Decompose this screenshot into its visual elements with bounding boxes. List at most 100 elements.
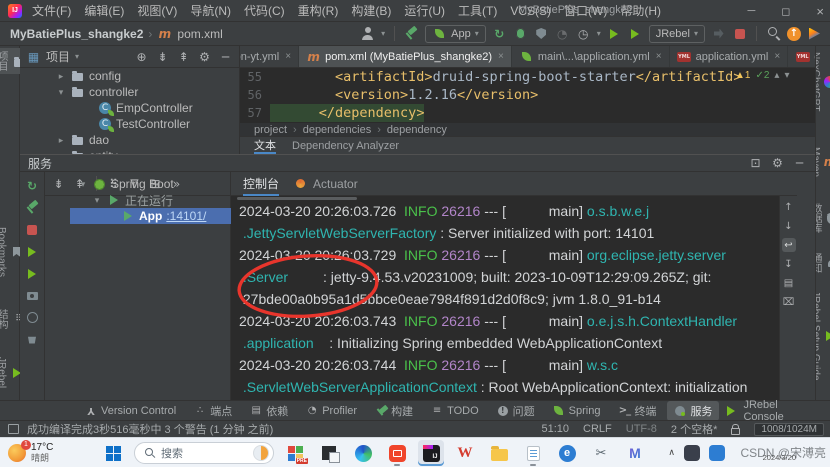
tree-row-3[interactable]: TestController <box>20 116 239 132</box>
taskbar-app-media-red[interactable] <box>384 440 410 466</box>
taskbar-app-notes[interactable] <box>520 440 546 466</box>
editor-tab-2[interactable]: main\...\application.yml × <box>512 46 670 67</box>
tab-close-icon[interactable]: × <box>774 51 780 62</box>
activity-item-3[interactable]: 通知 <box>816 249 830 277</box>
editor-tab-1[interactable]: m pom.xml (MyBatiePlus_shangke2) × <box>299 46 512 67</box>
menu-6[interactable]: 构建(B) <box>351 2 391 19</box>
tree-row-4[interactable]: ▸ dao <box>20 132 239 148</box>
attach-icon[interactable] <box>711 26 726 41</box>
taskbar-app-wps[interactable]: W <box>452 440 478 466</box>
indent-setting[interactable]: 2 个空格* <box>671 421 717 437</box>
tree-row-1[interactable]: ▾ controller <box>20 84 239 100</box>
activity-item-2[interactable]: 数据库 <box>816 199 830 237</box>
editor-view-tab-0[interactable]: 文本 <box>254 137 276 154</box>
rerun-icon[interactable]: ↻ <box>492 26 507 41</box>
code-editor[interactable]: 55 <artifactId>druid-spring-boot-starter… <box>240 68 815 122</box>
editor-tab-4[interactable]: config\a× <box>788 46 815 67</box>
updates-icon[interactable]: ↑ <box>787 26 801 41</box>
coverage-icon[interactable] <box>534 26 549 41</box>
tree-row-0[interactable]: ▾ Spring Boot <box>70 176 255 192</box>
chevron-down-icon[interactable]: ▾ <box>381 29 385 38</box>
run-config-combo[interactable]: JRebel ▾ <box>648 24 705 43</box>
search-ev-icon[interactable] <box>766 26 781 41</box>
breadcrumb-project[interactable]: MyBatiePlus_shangke2 <box>10 27 143 41</box>
tree-row-0[interactable]: ▸ config <box>20 68 239 84</box>
activity-item-0[interactable]: NexChatGPT <box>816 48 830 115</box>
services-tree[interactable]: ▾ Spring Boot ▾ 正在运行 App:14101/ <box>70 172 256 400</box>
taskbar-app-layers[interactable] <box>316 440 342 466</box>
expand-all-icon[interactable]: ⇟ <box>155 49 170 64</box>
status-message[interactable]: 成功编译完成3秒516毫秒中 3 个警告 (1 分钟 之前) <box>27 421 273 437</box>
tool-window-button-3[interactable]: ◔ Profiler <box>299 403 364 419</box>
tool-window-button-0[interactable]: Y Version Control <box>78 403 183 419</box>
locate-icon[interactable]: ⊕ <box>134 49 149 64</box>
print-icon[interactable]: ▤ <box>782 276 796 290</box>
rerun-icon[interactable]: ↻ <box>25 178 40 193</box>
build-icon[interactable] <box>25 200 40 215</box>
taskbar-search[interactable]: 搜索 <box>134 442 274 464</box>
taskbar-app-e-browser[interactable]: e <box>554 440 580 466</box>
taskbar-app-explorer[interactable] <box>486 440 512 466</box>
menu-8[interactable]: 工具(T) <box>458 2 497 19</box>
down-icon[interactable]: ↓ <box>782 219 796 233</box>
xml-breadcrumb-0[interactable]: project <box>254 124 287 136</box>
prev-problem-icon[interactable]: ▴ <box>774 70 779 81</box>
menu-1[interactable]: 编辑(E) <box>84 2 124 19</box>
console-log[interactable]: 2024-03-20 20:26:03.726 INFO 26216 --- [… <box>231 196 797 400</box>
tool-window-button-7[interactable]: Spring <box>546 403 608 419</box>
scrollbar-thumb[interactable] <box>237 197 357 200</box>
menu-0[interactable]: 文件(F) <box>32 2 71 19</box>
tool-window-button-6[interactable]: 问题 <box>490 401 542 421</box>
jrebel-debug-icon[interactable] <box>25 266 40 281</box>
tray-app-icon[interactable] <box>684 444 700 461</box>
tree-row-2[interactable]: App:14101/ <box>70 208 255 224</box>
taskbar-app-snip[interactable]: ✂ <box>588 440 614 466</box>
soft-wrap-icon[interactable]: ↩ <box>781 238 796 252</box>
menu-2[interactable]: 视图(V) <box>137 2 177 19</box>
hide-icon[interactable]: ─ <box>792 156 807 171</box>
plugin-run-icon[interactable] <box>807 26 822 41</box>
project-tree[interactable]: ▸ config ▾ controller EmpController TestContr… <box>20 68 239 164</box>
minimize-icon[interactable]: ─ <box>747 5 755 17</box>
up-icon[interactable]: ↑ <box>782 200 796 214</box>
hide-icon[interactable]: ─ <box>218 49 233 64</box>
caret-position[interactable]: 51:10 <box>541 423 569 435</box>
xml-breadcrumb-2[interactable]: dependency <box>387 124 447 136</box>
service-port-link[interactable]: :14101/ <box>166 209 206 223</box>
console-tab-0[interactable]: 控制台 <box>243 172 279 196</box>
tree-arrow-icon[interactable]: ▾ <box>56 87 66 98</box>
menu-7[interactable]: 运行(U) <box>404 2 445 19</box>
tool-window-button-5[interactable]: ≡ TODO <box>424 403 486 419</box>
settings-icon[interactable]: ⚙ <box>197 49 212 64</box>
collapse-all-icon[interactable]: ⇞ <box>176 49 191 64</box>
menu-3[interactable]: 导航(N) <box>190 2 231 19</box>
float-icon[interactable]: ⊡ <box>748 156 763 171</box>
menu-4[interactable]: 代码(C) <box>244 2 285 19</box>
chevron-down-icon[interactable]: ▾ <box>75 52 79 61</box>
tool-window-button-8[interactable]: >_ 终端 <box>611 401 663 421</box>
editor-tab-0[interactable]: ation-yt.yml × <box>240 46 300 67</box>
run-config-combo[interactable]: App ▾ <box>425 24 486 43</box>
tree-row-2[interactable]: EmpController <box>20 100 239 116</box>
tree-row-1[interactable]: ▾ 正在运行 <box>70 192 255 208</box>
jrebel-run-icon[interactable] <box>607 26 622 41</box>
weather-widget[interactable]: 1 17°C 晴朗 <box>8 439 53 463</box>
jrebel-debug-icon[interactable] <box>628 26 643 41</box>
xml-breadcrumb-1[interactable]: dependencies <box>303 124 372 136</box>
expand-all-icon[interactable]: ⇟ <box>51 176 66 191</box>
tab-close-icon[interactable]: × <box>498 51 504 62</box>
next-problem-icon[interactable]: ▾ <box>784 70 789 81</box>
tool-window-button-2[interactable]: ▤ 依赖 <box>243 401 295 421</box>
build-icon[interactable] <box>404 26 419 41</box>
breadcrumb-file[interactable]: pom.xml <box>177 27 222 41</box>
taskbar-app-start[interactable] <box>100 440 126 466</box>
editor-tab-3[interactable]: application.yml × <box>670 46 789 67</box>
tree-arrow-icon[interactable]: ▸ <box>56 135 66 146</box>
debug-icon[interactable] <box>513 26 528 41</box>
tab-close-icon[interactable]: × <box>656 51 662 62</box>
tool-window-button-1[interactable]: ∴ 端点 <box>187 401 239 421</box>
user-icon[interactable] <box>360 26 375 41</box>
chevron-down-icon[interactable]: ▾ <box>597 29 601 38</box>
camera-icon[interactable] <box>25 288 40 303</box>
profiler-icon[interactable]: ◔ <box>555 26 570 41</box>
